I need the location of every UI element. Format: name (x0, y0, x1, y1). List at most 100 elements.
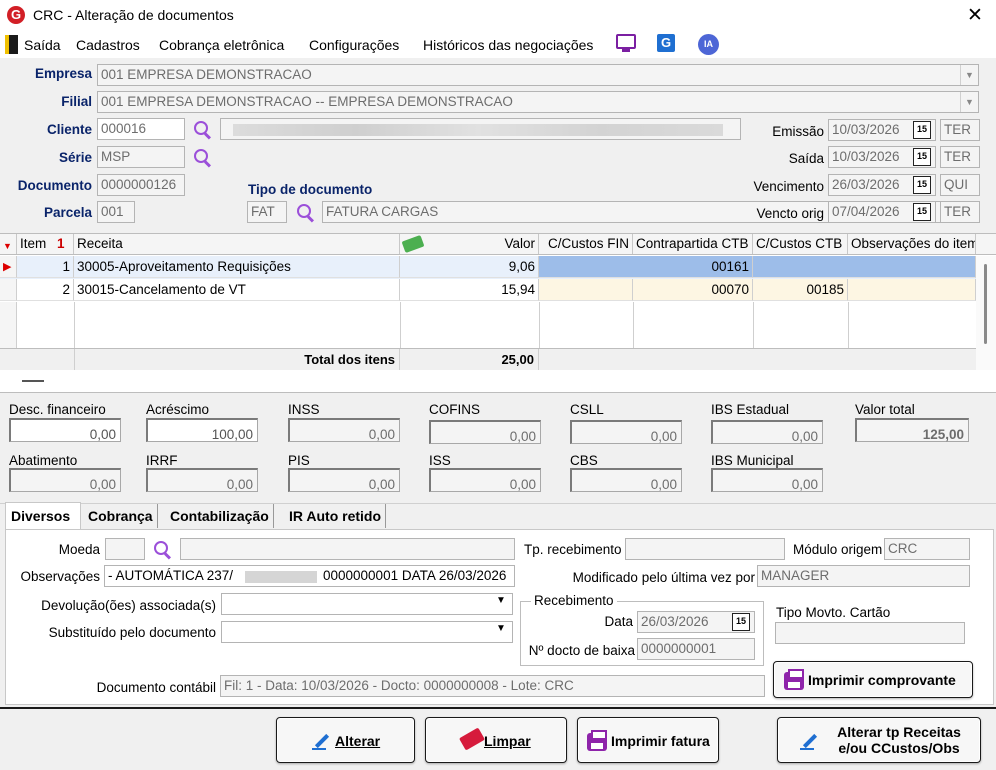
docto-baixa-field: 0000000001 (637, 638, 755, 660)
printer-icon (587, 730, 607, 751)
empty-rows (0, 302, 976, 348)
row-marker (0, 279, 17, 301)
col-valor[interactable]: Valor (400, 234, 539, 254)
filial-label: Filial (61, 94, 92, 109)
limpar-button[interactable]: Limpar (425, 717, 567, 763)
imprimir-fatura-button[interactable]: Imprimir fatura (577, 717, 719, 763)
col-ccustos-ctb[interactable]: C/Custos CTB (753, 234, 848, 254)
imprimir-comprovante-button[interactable]: Imprimir comprovante (773, 661, 973, 698)
tab-contabilizacao[interactable]: Contabilização (166, 504, 274, 528)
pis-label: PIS (288, 453, 310, 468)
calendar-icon[interactable]: 15 (913, 148, 931, 166)
window-title: CRC - Alteração de documentos (33, 7, 234, 23)
pencil-icon (312, 732, 330, 750)
scrollbar-thumb[interactable] (984, 264, 987, 344)
documento-field[interactable]: 0000000126 (97, 174, 185, 196)
alterar-tp-receitas-button[interactable]: Alterar tp Receitas e/ou CCustos/Obs (777, 717, 981, 763)
total-value: 25,00 (400, 349, 539, 370)
col-item[interactable]: Item 1 (17, 234, 74, 254)
hscroll-thumb[interactable] (22, 380, 44, 382)
filial-select[interactable]: 001 EMPRESA DEMONSTRACAO -- EMPRESA DEMO… (97, 91, 979, 113)
tab-cobranca[interactable]: Cobrança (84, 504, 158, 528)
dropdown-arrow-icon[interactable]: ▼ (960, 65, 978, 85)
moeda-field[interactable] (105, 538, 145, 560)
cliente-label: Cliente (46, 122, 92, 137)
cell-ccustos-ctb: 00185 (753, 279, 848, 301)
tab-ir-auto-retido[interactable]: IR Auto retido (285, 504, 387, 528)
dropdown-arrow-icon[interactable]: ▼ (960, 92, 978, 112)
menu-cadastros[interactable]: Cadastros (76, 37, 140, 53)
col-contrapartida[interactable]: Contrapartida CTB (633, 234, 753, 254)
calendar-icon[interactable]: 15 (913, 121, 931, 139)
search-icon[interactable] (153, 540, 171, 558)
empresa-label: Empresa (34, 66, 92, 81)
search-icon[interactable] (296, 203, 314, 221)
search-icon[interactable] (193, 148, 211, 166)
table-row[interactable]: 2 30015-Cancelamento de VT 15,94 00070 0… (0, 279, 976, 302)
calendar-icon[interactable]: 15 (732, 613, 750, 631)
col-observacoes[interactable]: Observações do item (848, 234, 976, 254)
cliente-field[interactable]: 000016 (97, 118, 185, 140)
substituido-select[interactable] (221, 621, 513, 643)
ia-icon[interactable]: IA (698, 34, 719, 55)
parcela-field[interactable]: 001 (97, 201, 135, 223)
emissao-weekday: TER (940, 119, 980, 141)
menu-cobranca[interactable]: Cobrança eletrônica (159, 37, 284, 53)
divider (633, 302, 634, 348)
menu-historicos[interactable]: Históricos das negociações (423, 37, 593, 53)
tab-diversos[interactable]: Diversos (7, 504, 74, 528)
table-row[interactable]: ▶ 1 30005-Aproveitamento Requisições 9,0… (0, 256, 976, 279)
row-marker: ▶ (0, 256, 17, 278)
tp-recebimento-field[interactable] (625, 538, 785, 560)
redacted-text (245, 571, 317, 583)
g-icon[interactable]: G (657, 34, 675, 52)
irrf-label: IRRF (146, 453, 178, 468)
col-valor-label: Valor (504, 236, 535, 251)
desc-fin-field[interactable]: 0,00 (9, 418, 121, 442)
cell-selection (539, 256, 976, 278)
vencimento-label: Vencimento (753, 179, 824, 194)
vencto-orig-label: Vencto orig (756, 206, 824, 221)
vencto-orig-weekday: TER (940, 201, 980, 223)
col-ccustos-fin[interactable]: C/Custos FIN (539, 234, 633, 254)
csll-label: CSLL (570, 402, 604, 417)
grid-total-row: Total dos itens 25,00 (0, 348, 976, 370)
close-icon[interactable]: ✕ (962, 3, 988, 29)
calendar-icon[interactable]: 15 (913, 176, 931, 194)
tipo-cartao-field[interactable] (775, 622, 965, 644)
cofins-label: COFINS (429, 402, 481, 417)
tipo-documento-label: Tipo de documento (248, 182, 373, 197)
parcela-label: Parcela (43, 205, 92, 220)
vertical-scrollbar[interactable] (976, 256, 996, 370)
recebimento-group-label: Recebimento (531, 593, 617, 608)
desc-fin-label: Desc. financeiro (9, 402, 106, 417)
inss-label: INSS (288, 402, 320, 417)
tipo-documento-code[interactable]: FAT (247, 201, 287, 223)
current-row-icon: ▶ (3, 261, 12, 273)
total-label: Total dos itens (74, 349, 400, 370)
exit-icon[interactable] (5, 35, 18, 54)
devolucoes-select[interactable] (221, 593, 513, 615)
alterar-button[interactable]: Alterar (276, 717, 415, 763)
acrescimo-label: Acréscimo (146, 402, 210, 417)
valor-total-label: Valor total (855, 402, 915, 417)
observacoes-field[interactable]: - AUTOMÁTICA 237/ 0000000001 DATA 26/03/… (104, 565, 515, 587)
saida-weekday: TER (940, 146, 980, 168)
app-logo-icon: G (7, 6, 25, 24)
menu-saida[interactable]: Saída (24, 37, 61, 53)
empresa-select[interactable]: 001 EMPRESA DEMONSTRACAO (97, 64, 979, 86)
dropdown-arrow-icon[interactable]: ▼ (496, 595, 506, 606)
row-marker-header: ▼ (0, 234, 17, 254)
calendar-icon[interactable]: 15 (913, 203, 931, 221)
serie-label: Série (58, 150, 92, 165)
dropdown-arrow-icon[interactable]: ▼ (496, 623, 506, 634)
acrescimo-field[interactable]: 100,00 (146, 418, 258, 442)
cell-contrapartida: 00161 (633, 256, 753, 278)
col-receita[interactable]: Receita (74, 234, 400, 254)
divider (539, 302, 540, 348)
divider (0, 707, 996, 709)
search-icon[interactable] (193, 120, 211, 138)
serie-field[interactable]: MSP (97, 146, 185, 168)
monitor-icon[interactable] (616, 34, 636, 49)
menu-configuracoes[interactable]: Configurações (309, 37, 399, 53)
